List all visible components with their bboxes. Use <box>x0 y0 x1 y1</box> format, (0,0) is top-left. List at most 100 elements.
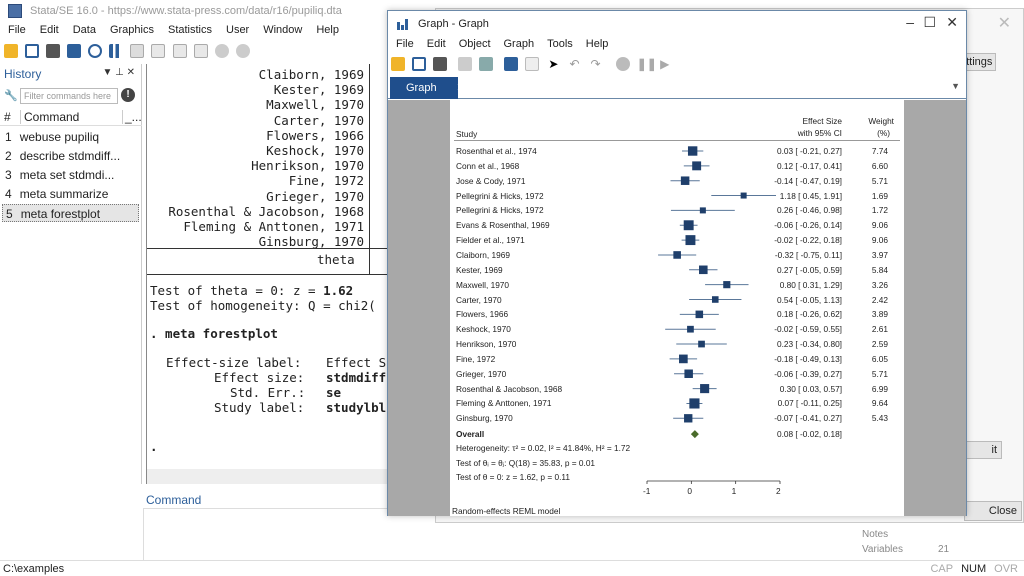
minimize-button[interactable]: – <box>906 14 914 30</box>
effect-ci-value: -0.07 [ -0.41, 0.27] <box>774 413 842 424</box>
pointer-icon[interactable]: ➤ <box>546 57 560 71</box>
col-number[interactable]: # <box>4 110 11 124</box>
tab-graph[interactable]: Graph ✕ <box>390 77 466 99</box>
gmenu-help[interactable]: Help <box>586 38 609 50</box>
study-label: Fleming & Anttonen, 1971 <box>456 398 552 409</box>
gmenu-edit[interactable]: Edit <box>427 38 446 50</box>
tab-dropdown-icon[interactable]: ▼ <box>951 81 960 91</box>
study-label: Henrikson, 1970 <box>456 339 517 350</box>
properties-panel: Notes Variables 21 <box>846 525 1024 560</box>
menu-help[interactable]: Help <box>316 22 339 38</box>
study-label: Keshock, 1970 <box>456 324 511 335</box>
graph-icon[interactable] <box>109 44 124 58</box>
weight-value: 3.89 <box>871 309 888 320</box>
open-icon[interactable] <box>391 57 405 71</box>
cap-indicator: CAP <box>930 563 954 575</box>
break-icon[interactable] <box>235 44 250 58</box>
data-editor-icon[interactable] <box>151 44 166 58</box>
col-command[interactable]: Command <box>20 110 79 124</box>
effect-ci-value: 0.30 [ 0.03, 0.57] <box>779 383 842 394</box>
effect-marker <box>699 265 708 275</box>
history-panel-controls[interactable]: ▼ ⊥ ✕ <box>102 67 135 78</box>
notes-label[interactable]: Notes <box>862 529 888 540</box>
menu-data[interactable]: Data <box>73 22 96 38</box>
history-item[interactable]: 3 meta set stdmdi... <box>2 166 139 184</box>
effect-marker <box>740 192 747 199</box>
effect-ci-value: -0.06 [ -0.26, 0.14] <box>774 220 842 231</box>
graph-canvas: Study Effect Size with 95% CI Weight (%) Rose… <box>388 100 966 516</box>
effect-ci-value: 0.18 [ -0.26, 0.62] <box>776 309 842 320</box>
history-item[interactable]: 5 meta forestplot <box>2 204 139 222</box>
weight-value: 2.42 <box>871 294 888 305</box>
test-theta-text: Test of theta = 0: z = <box>150 283 324 298</box>
print-icon[interactable] <box>46 44 61 58</box>
weight-value: 9.06 <box>871 235 888 246</box>
history-item-number: 1 <box>5 130 12 144</box>
history-column-header: # Command _... <box>0 108 142 126</box>
gmenu-graph[interactable]: Graph <box>504 38 535 50</box>
weight-value: 1.72 <box>871 205 888 216</box>
menu-file[interactable]: File <box>8 22 26 38</box>
edit-button[interactable]: it <box>962 441 1002 459</box>
record-icon[interactable] <box>615 57 630 71</box>
command-input[interactable] <box>143 508 388 560</box>
print-icon[interactable] <box>433 57 448 71</box>
redo-icon[interactable]: ↷ <box>589 57 603 71</box>
effect-ci-value: 1.18 [ 0.45, 1.91] <box>779 190 842 201</box>
graph-editor-icon[interactable] <box>504 57 519 71</box>
results-scrollbar[interactable] <box>147 469 388 484</box>
history-item[interactable]: 1 webuse pupiliq <box>2 128 139 146</box>
close-button[interactable]: Close <box>964 501 1022 521</box>
rename-icon[interactable] <box>479 57 494 71</box>
open-icon[interactable] <box>4 44 18 58</box>
more-icon[interactable] <box>214 44 229 58</box>
menu-user[interactable]: User <box>226 22 249 38</box>
effect-ci-value: -0.18 [ -0.49, 0.13] <box>774 353 842 364</box>
gmenu-file[interactable]: File <box>396 38 414 50</box>
warning-icon[interactable]: ! <box>121 88 135 102</box>
results-study-line: Carter, 1970 <box>273 112 364 128</box>
menu-edit[interactable]: Edit <box>40 22 59 38</box>
results-study-line: Fine, 1972 <box>288 173 364 189</box>
save-icon[interactable] <box>25 44 40 58</box>
play-icon[interactable]: ▶ <box>658 57 672 71</box>
weight-value: 7.74 <box>871 146 888 156</box>
menu-statistics[interactable]: Statistics <box>168 22 212 38</box>
close-window-button[interactable]: ✕ <box>946 14 958 31</box>
table-divider <box>369 64 370 274</box>
menu-window[interactable]: Window <box>263 22 302 38</box>
effect-ci-value: 0.26 [ -0.46, 0.98] <box>776 205 842 216</box>
undo-icon[interactable]: ↶ <box>568 57 582 71</box>
effect-marker <box>699 207 706 214</box>
study-label: Rosenthal & Jacobson, 1968 <box>456 383 563 394</box>
gmenu-object[interactable]: Object <box>459 38 491 50</box>
data-browser-icon[interactable] <box>172 44 187 58</box>
copy-icon[interactable] <box>458 57 473 71</box>
pause-icon[interactable]: ❚❚ <box>637 57 657 71</box>
do-file-editor-icon[interactable] <box>130 44 145 58</box>
variables-label: Variables <box>862 544 903 555</box>
object-browser-icon[interactable] <box>525 57 540 71</box>
weight-value: 3.26 <box>871 279 888 290</box>
variables-manager-icon[interactable] <box>193 44 208 58</box>
menu-graphics[interactable]: Graphics <box>110 22 154 38</box>
dialog-close-icon[interactable]: ✕ <box>998 13 1011 33</box>
se-value: se <box>326 385 342 400</box>
history-filter-input[interactable]: Filter commands here <box>20 88 118 104</box>
save-icon[interactable] <box>412 57 427 71</box>
history-item[interactable]: 4 meta summarize <box>2 185 139 203</box>
results-pane: Claiborn, 1969 Kester, 1969 Maxwell, 1970 C… <box>146 64 388 484</box>
graph-window: Graph - Graph – ☐ ✕ File Edit Object Graph T… <box>387 10 967 516</box>
maximize-button[interactable]: ☐ <box>923 14 936 31</box>
effect-ci-value: 0.12 [ -0.17, 0.41] <box>776 160 842 171</box>
col-extra[interactable]: _... <box>122 110 142 124</box>
history-title: History <box>4 67 42 81</box>
tab-close-icon[interactable]: ✕ <box>457 82 466 94</box>
study-label: Evans & Rosenthal, 1969 <box>456 220 550 231</box>
history-item[interactable]: 2 describe stdmdiff... <box>2 147 139 165</box>
gmenu-tools[interactable]: Tools <box>547 38 573 50</box>
wrench-icon[interactable]: 🔧 <box>4 89 18 102</box>
log-icon[interactable] <box>67 44 82 58</box>
effect-marker <box>687 325 694 333</box>
viewer-icon[interactable] <box>88 44 103 58</box>
